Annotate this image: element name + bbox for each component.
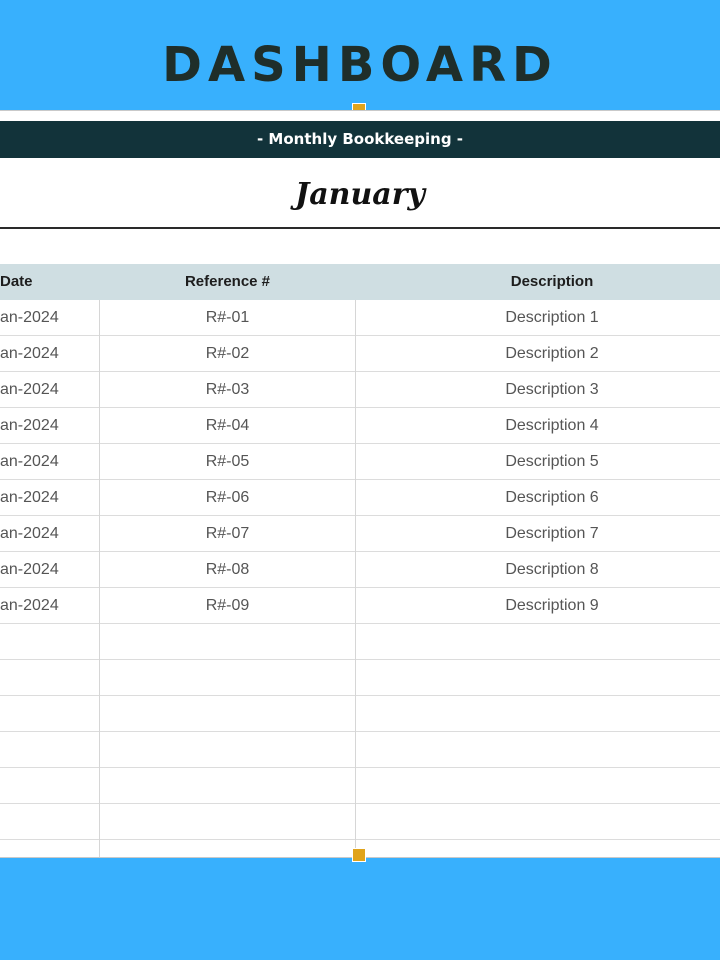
cell-reference[interactable] (100, 804, 355, 839)
column-header-date[interactable]: Date (0, 264, 99, 300)
cell-reference[interactable]: R#-05 (100, 444, 355, 479)
cell-date[interactable] (0, 804, 99, 839)
column-divider (355, 300, 356, 857)
cell-reference[interactable] (100, 624, 355, 659)
cell-date[interactable] (0, 696, 99, 731)
cell-description[interactable] (356, 696, 720, 731)
table-row: an-2024 R#-05 Description 5 (0, 444, 720, 480)
cell-date[interactable]: an-2024 (0, 408, 99, 443)
cell-description[interactable]: Description 9 (356, 588, 720, 623)
cell-date[interactable]: an-2024 (0, 300, 99, 335)
cell-date[interactable] (0, 840, 99, 857)
cell-date[interactable] (0, 660, 99, 695)
cell-description[interactable]: Description 5 (356, 444, 720, 479)
cell-reference[interactable] (100, 840, 355, 857)
cell-reference[interactable] (100, 768, 355, 803)
cell-description[interactable] (356, 804, 720, 839)
cell-description[interactable]: Description 8 (356, 552, 720, 587)
month-title: January (295, 177, 425, 212)
cell-reference[interactable]: R#-02 (100, 336, 355, 371)
cell-description[interactable] (356, 732, 720, 767)
table-header: Date Reference # Description (0, 264, 720, 300)
table-row (0, 624, 720, 660)
cell-date[interactable] (0, 768, 99, 803)
cell-reference[interactable]: R#-04 (100, 408, 355, 443)
cell-description[interactable]: Description 2 (356, 336, 720, 371)
cell-date[interactable]: an-2024 (0, 516, 99, 551)
cell-reference[interactable]: R#-03 (100, 372, 355, 407)
table-row (0, 732, 720, 768)
table-row (0, 660, 720, 696)
cell-date[interactable]: an-2024 (0, 552, 99, 587)
cell-date[interactable]: an-2024 (0, 480, 99, 515)
cell-date[interactable]: an-2024 (0, 336, 99, 371)
cell-date[interactable]: an-2024 (0, 444, 99, 479)
cell-date[interactable]: an-2024 (0, 588, 99, 623)
cell-reference[interactable] (100, 696, 355, 731)
column-divider (99, 300, 100, 857)
dashboard-title: DASHBOARD (162, 37, 558, 93)
cell-reference[interactable] (100, 660, 355, 695)
cell-date[interactable]: an-2024 (0, 372, 99, 407)
transactions-table: Date Reference # Description an-2024 R#-0… (0, 264, 720, 857)
cell-description[interactable]: Description 7 (356, 516, 720, 551)
table-row: an-2024 R#-07 Description 7 (0, 516, 720, 552)
column-header-description[interactable]: Description (356, 264, 720, 300)
table-row (0, 696, 720, 732)
table-row: an-2024 R#-08 Description 8 (0, 552, 720, 588)
table-row: an-2024 R#-03 Description 3 (0, 372, 720, 408)
cell-reference[interactable]: R#-07 (100, 516, 355, 551)
cell-reference[interactable]: R#-01 (100, 300, 355, 335)
cell-description[interactable] (356, 768, 720, 803)
cell-description[interactable]: Description 4 (356, 408, 720, 443)
cell-description[interactable]: Description 3 (356, 372, 720, 407)
bookkeeping-sheet: - Monthly Bookkeeping - January Date Ref… (0, 110, 720, 858)
table-row: an-2024 R#-04 Description 4 (0, 408, 720, 444)
table-row (0, 804, 720, 840)
cell-description[interactable]: Description 6 (356, 480, 720, 515)
cell-reference[interactable]: R#-06 (100, 480, 355, 515)
cell-description[interactable] (356, 840, 720, 857)
cell-reference[interactable]: R#-09 (100, 588, 355, 623)
cell-date[interactable] (0, 624, 99, 659)
cell-description[interactable] (356, 660, 720, 695)
table-row: an-2024 R#-06 Description 6 (0, 480, 720, 516)
cell-description[interactable]: Description 1 (356, 300, 720, 335)
table-row: an-2024 R#-09 Description 9 (0, 588, 720, 624)
monthly-bookkeeping-header: - Monthly Bookkeeping - (0, 121, 720, 158)
cell-date[interactable] (0, 732, 99, 767)
table-row: an-2024 R#-01 Description 1 (0, 300, 720, 336)
cell-description[interactable] (356, 624, 720, 659)
cell-reference[interactable] (100, 732, 355, 767)
cell-reference[interactable]: R#-08 (100, 552, 355, 587)
month-divider (0, 227, 720, 229)
resize-handle-bottom[interactable] (352, 848, 366, 862)
table-row (0, 768, 720, 804)
table-body: an-2024 R#-01 Description 1 an-2024 R#-02 Des… (0, 300, 720, 857)
column-header-reference[interactable]: Reference # (100, 264, 355, 300)
table-row: an-2024 R#-02 Description 2 (0, 336, 720, 372)
